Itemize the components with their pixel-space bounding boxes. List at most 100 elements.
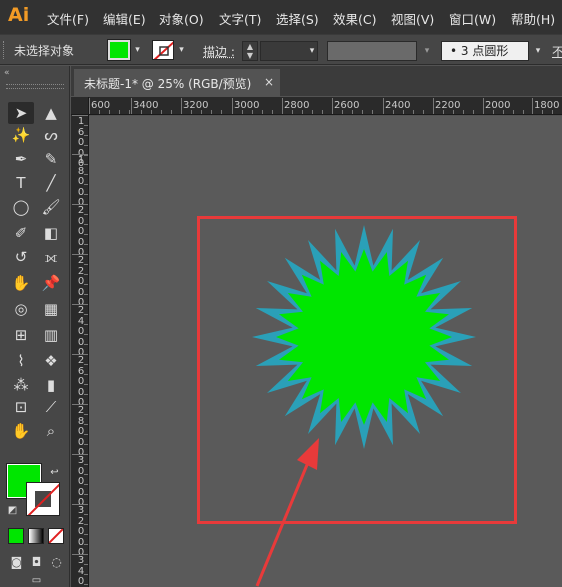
profile-chevron-icon[interactable]: ▾ — [420, 41, 434, 61]
ruler-minor-tick — [372, 110, 373, 114]
ruler-label: 3200 — [183, 100, 209, 111]
gradient-mode-icon[interactable] — [28, 528, 44, 544]
hand-tool-icon[interactable]: ✋ — [8, 420, 34, 442]
menu-file[interactable]: 文件(F) — [47, 9, 89, 28]
fill-swatch[interactable] — [107, 39, 131, 61]
ruler-minor-tick — [84, 145, 88, 146]
symbol-sprayer-tool-icon[interactable]: ⁂ — [8, 374, 34, 396]
menu-view[interactable]: 视图(V) — [391, 9, 434, 28]
default-fill-stroke-icon[interactable]: ◩ — [6, 504, 19, 517]
annotation-arrow — [255, 438, 319, 587]
paintbrush-tool-icon[interactable]: 🖌 — [38, 196, 64, 218]
gradient-tool-icon[interactable]: ▥ — [38, 324, 64, 346]
ruler-minor-tick — [302, 110, 303, 114]
none-mode-icon[interactable] — [48, 528, 64, 544]
artboard-tool-icon[interactable]: ⊡ — [8, 396, 34, 418]
ruler-minor-tick — [84, 164, 88, 165]
collapse-panel-icon[interactable]: « — [4, 68, 10, 78]
perspective-grid-tool-icon[interactable]: ▦ — [38, 298, 64, 320]
ruler-origin[interactable] — [71, 97, 89, 115]
selection-tool-icon[interactable]: ➤ — [8, 102, 34, 124]
width-tool-icon[interactable]: ⟗ — [38, 246, 64, 268]
magic-wand-tool-icon[interactable]: ✨ — [8, 124, 34, 146]
control-bar-grip[interactable] — [3, 41, 7, 59]
ruler-minor-tick — [84, 214, 88, 215]
ruler-minor-tick — [84, 524, 88, 525]
menu-object[interactable]: 对象(O) — [159, 9, 204, 28]
draw-inside-icon[interactable]: ◌ — [50, 556, 63, 569]
ruler-minor-tick — [84, 444, 88, 445]
stroke-weight-chevron-icon[interactable]: ▾ — [304, 41, 320, 61]
document-tab[interactable]: 未标题-1* @ 25% (RGB/预览) × — [74, 69, 280, 96]
ruler-minor-tick — [292, 110, 293, 114]
draw-behind-icon[interactable]: ◘ — [30, 556, 43, 569]
brush-definition[interactable]: • 3 点圆形 — [441, 41, 529, 61]
menu-type[interactable]: 文字(T) — [219, 9, 261, 28]
stroke-dropdown-chevron-icon[interactable]: ▾ — [175, 40, 188, 60]
ruler-minor-tick — [84, 224, 88, 225]
brush-chevron-icon[interactable]: ▾ — [530, 41, 546, 61]
blend-tool-icon[interactable]: ❖ — [38, 350, 64, 372]
zoom-tool-icon[interactable]: ⌕ — [38, 420, 64, 442]
ruler-minor-tick — [119, 110, 120, 114]
ruler-label: 2400 — [385, 100, 411, 111]
menu-effect[interactable]: 效果(C) — [333, 9, 376, 28]
direct-selection-tool-icon[interactable]: ▲ — [38, 102, 64, 124]
line-segment-tool-icon[interactable]: ╱ — [38, 172, 64, 194]
menu-help[interactable]: 帮助(H) — [511, 9, 555, 28]
puppet-warp-tool-icon[interactable]: ✋ — [8, 272, 34, 294]
ruler-minor-tick — [272, 110, 273, 114]
pin-tool-icon[interactable]: 📌 — [38, 272, 64, 294]
stroke-weight-stepper[interactable]: ▲ ▼ — [242, 41, 258, 61]
menu-select[interactable]: 选择(S) — [276, 9, 319, 28]
ruler-minor-tick — [84, 374, 88, 375]
ruler-minor-tick — [423, 110, 424, 114]
slice-tool-icon[interactable]: ⟋ — [38, 396, 64, 418]
starburst-shape[interactable] — [249, 222, 479, 452]
ruler-minor-tick — [84, 174, 88, 175]
vertical-ruler[interactable]: 1600018000200002200024000260002800030000… — [71, 115, 89, 587]
mesh-tool-icon[interactable]: ⊞ — [8, 324, 34, 346]
canvas[interactable] — [89, 116, 562, 587]
stroke-label[interactable]: 描边 : — [203, 43, 235, 60]
variable-width-profile[interactable] — [327, 41, 417, 61]
shape-builder-tool-icon[interactable]: ◎ — [8, 298, 34, 320]
ruler-minor-tick — [171, 110, 172, 114]
ruler-minor-tick — [443, 110, 444, 114]
close-icon[interactable]: × — [264, 75, 274, 89]
fill-dropdown-chevron-icon[interactable]: ▾ — [131, 40, 144, 60]
lasso-tool-icon[interactable]: ᔕ — [38, 124, 64, 146]
curvature-tool-icon[interactable]: ✎ — [38, 148, 64, 170]
ruler-minor-tick — [84, 474, 88, 475]
ruler-label: 1800 — [534, 100, 560, 111]
swap-fill-stroke-icon[interactable]: ↩ — [48, 466, 61, 479]
ruler-minor-tick — [84, 125, 88, 126]
ruler-minor-tick — [84, 424, 88, 425]
eyedropper-tool-icon[interactable]: ⌇ — [8, 350, 34, 372]
draw-normal-icon[interactable]: ◙ — [10, 556, 23, 569]
pen-tool-icon[interactable]: ✒ — [8, 148, 34, 170]
rotate-tool-icon[interactable]: ↺ — [8, 246, 34, 268]
stroke-swatch[interactable] — [152, 40, 174, 60]
ruler-minor-tick — [312, 110, 313, 114]
type-tool-icon[interactable]: T — [8, 172, 34, 194]
toolbar-stroke-swatch[interactable] — [26, 482, 60, 516]
ruler-minor-tick — [252, 110, 253, 114]
menu-window[interactable]: 窗口(W) — [449, 9, 496, 28]
ruler-minor-tick — [151, 110, 152, 114]
ruler-minor-tick — [503, 110, 504, 114]
screen-mode-icon[interactable]: ▭ — [30, 574, 43, 587]
ellipse-tool-icon[interactable]: ◯ — [8, 196, 34, 218]
menu-edit[interactable]: 编辑(E) — [103, 9, 146, 28]
ruler-minor-tick — [552, 110, 553, 114]
ruler-minor-tick — [84, 364, 88, 365]
opacity-label[interactable]: 不 — [552, 43, 562, 60]
ruler-minor-tick — [84, 274, 88, 275]
column-graph-tool-icon[interactable]: ▮ — [38, 374, 64, 396]
eraser-tool-icon[interactable]: ◧ — [38, 222, 64, 244]
color-mode-icon[interactable] — [8, 528, 24, 544]
ruler-minor-tick — [393, 110, 394, 114]
shaper-tool-icon[interactable]: ✐ — [8, 222, 34, 244]
panel-grip[interactable] — [6, 84, 64, 89]
horizontal-ruler[interactable]: 600 3400 3200 3000 2800 2600 2400 2200 2000 1800 — [89, 97, 562, 115]
